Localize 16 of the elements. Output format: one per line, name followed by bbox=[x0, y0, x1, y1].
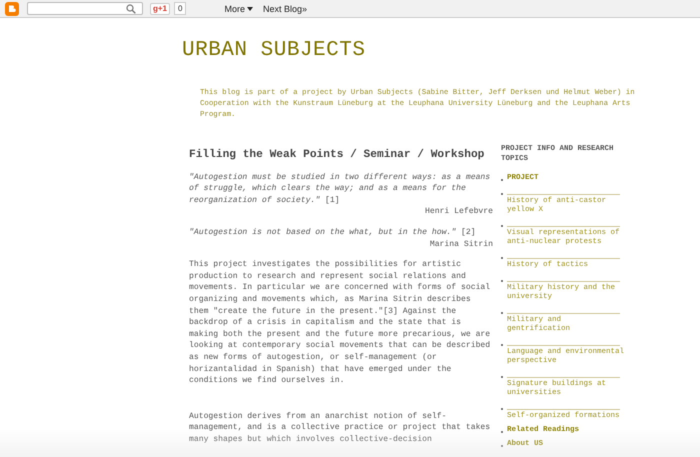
caret-icon bbox=[246, 6, 253, 10]
quote-text: "Autogestion must be studied in two different ways: as a means of struggle, which clears the way; and as a means for the reorganization of society." [1] bbox=[189, 172, 492, 206]
quote-text: "Autogestion is not based on the what, but in the how." [2] bbox=[189, 226, 477, 239]
more-menu-button[interactable]: More bbox=[224, 4, 253, 14]
quote-author: Marina Sitrin bbox=[428, 238, 493, 250]
next-blog-link[interactable]: Next Blog» bbox=[262, 4, 308, 14]
post-paragraph: Autogestion derives from an anarchist notion of self-management, and is a collective practice or project that takes many shapes but which involves collective-decision bbox=[189, 410, 492, 446]
plus-one-button[interactable]: g+1 bbox=[150, 2, 170, 14]
blogger-logo-icon[interactable] bbox=[5, 2, 19, 16]
quote-author: Henri Lefebvre bbox=[424, 206, 493, 218]
plus-one-count: 0 bbox=[174, 2, 186, 15]
search-icon bbox=[126, 4, 136, 14]
post-title[interactable]: Filling the Weak Points / Seminar / Workshop bbox=[189, 150, 493, 162]
search-field[interactable] bbox=[27, 2, 143, 15]
post-paragraph: This project investigates the possibilities for artistic production to research and represent social relations and movements. In particular we are concerned with forms of social organizing and movements which, as Marina Sitrin describes them "create the future in the present."[3] Against the backdrop of a crisis in capitalism and the state that is making both the present and the future more precarious, we are looking at contemporary social movements that can be described as new forms of autogestion, or self-management (or horizantalidad in Spanish) that have emerged under the conditions we find ourselves in. bbox=[189, 259, 492, 387]
blog-title[interactable]: URBAN SUBJECTS bbox=[182, 39, 700, 62]
